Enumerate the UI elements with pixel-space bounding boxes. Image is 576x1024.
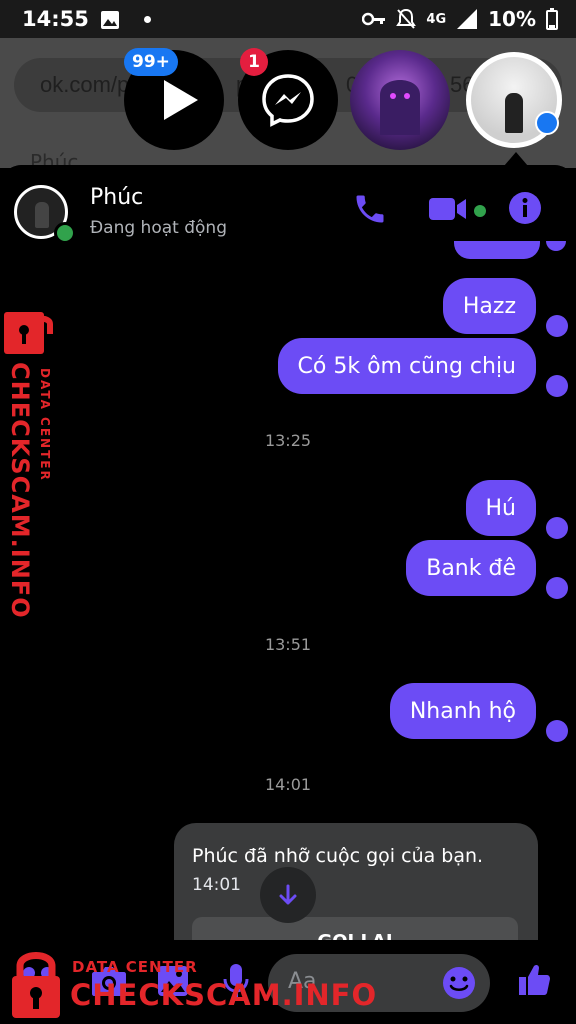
timestamp: 13:51 [264, 635, 312, 654]
watermark-side-big: CHECKSCAM.INFO [6, 362, 34, 619]
seen-check-icon [546, 375, 568, 397]
seen-check-icon [546, 577, 568, 599]
chat-panel: Phúc Đang hoạt động Hazz Có 5k ôm cũng c… [0, 165, 576, 1024]
padlock-watermark-icon [12, 952, 60, 1018]
info-icon[interactable] [508, 191, 542, 225]
key-icon [362, 12, 386, 26]
seen-check-icon [546, 720, 568, 742]
status-bar: 14:55 4G 10% [0, 0, 576, 38]
chat-head-pointer [504, 152, 528, 166]
bell-off-icon [396, 8, 417, 29]
message-bubble[interactable]: Hú [465, 480, 536, 536]
message-bubble[interactable]: Bank đê [406, 540, 536, 596]
watermark-side-small: DATA CENTER [38, 368, 52, 482]
missed-call-time: 14:01 [192, 875, 241, 895]
arrow-down-icon [279, 884, 297, 905]
verified-check-icon [535, 111, 559, 135]
contact-chat-head-active[interactable] [466, 52, 562, 148]
play-icon [164, 80, 198, 120]
online-indicator [54, 222, 76, 244]
presence-status: Đang hoạt động [90, 218, 227, 238]
video-call-icon[interactable] [428, 193, 468, 225]
url-text: ok.com/p [40, 72, 130, 97]
missed-call-text: Phúc đã nhỡ cuộc gọi của bạn. [192, 845, 484, 867]
battery-percent: 10% [488, 7, 536, 31]
like-thumb-icon[interactable] [516, 962, 552, 998]
seen-check-icon [546, 517, 568, 539]
previous-message-bubble[interactable] [454, 241, 540, 259]
messenger-badge: 1 [240, 48, 268, 76]
status-time: 14:55 [22, 7, 89, 31]
emoji-icon[interactable] [442, 966, 476, 1000]
timestamp: 14:01 [264, 775, 312, 794]
notification-dot-icon [144, 16, 151, 23]
watermark-bottom-big: CHECKSCAM.INFO [70, 978, 378, 1012]
padlock-watermark-icon [4, 312, 53, 354]
contact-chat-head-game[interactable] [350, 50, 450, 150]
messenger-icon [262, 74, 314, 127]
messenger-chat-head[interactable]: 1 [238, 48, 338, 150]
scroll-to-bottom-button[interactable] [260, 867, 316, 923]
video-chat-head[interactable]: 99+ [124, 48, 224, 150]
video-active-dot [474, 205, 486, 217]
network-type: 4G [426, 11, 447, 27]
signal-icon [457, 9, 478, 29]
timestamp: 13:25 [264, 431, 312, 450]
watermark-bottom-small: DATA CENTER [72, 958, 198, 976]
watermark-side: CHECKSCAM.INFO DATA CENTER [4, 312, 64, 619]
message-bubble[interactable]: Có 5k ôm cũng chịu [277, 338, 536, 394]
photo-icon [101, 11, 119, 29]
video-badge: 99+ [124, 48, 178, 76]
message-bubble[interactable]: Hazz [442, 278, 536, 334]
battery-icon [546, 8, 558, 30]
seen-check-icon [546, 315, 568, 337]
phone-call-icon[interactable] [352, 191, 388, 227]
contact-name[interactable]: Phúc [90, 185, 143, 210]
game-avatar-image [380, 80, 420, 135]
watermark-bottom: DATA CENTER CHECKSCAM.INFO [6, 948, 376, 1024]
message-bubble[interactable]: Nhanh hộ [389, 683, 536, 739]
